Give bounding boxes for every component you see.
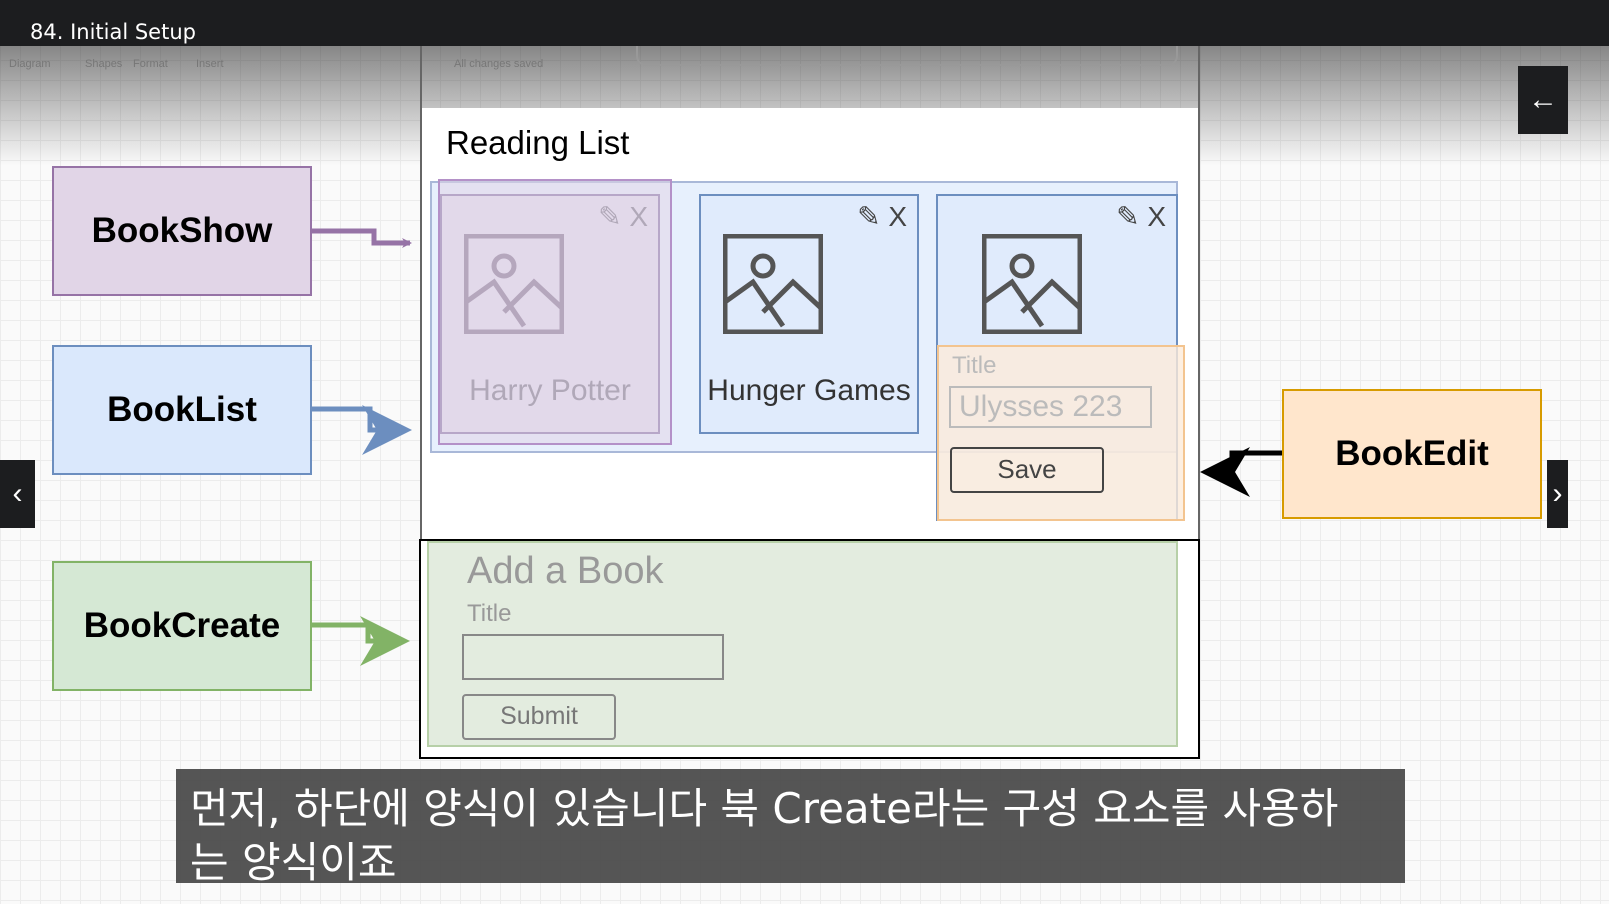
arrow-bookshow xyxy=(312,228,412,248)
caption-line-1: 먼저, 하단에 양식이 있습니다 북 Create라는 구성 요소를 사용하 xyxy=(190,784,1339,833)
chevron-left-icon[interactable]: ‹ xyxy=(0,460,35,528)
caption-line-2: 는 양식이죠 xyxy=(190,838,397,887)
arrow-left-icon[interactable]: ← xyxy=(1518,66,1568,134)
arrow-bookedit xyxy=(1200,447,1282,497)
caption-box: 먼저, 하단에 양식이 있습니다 북 Create라는 구성 요소를 사용하 는… xyxy=(176,769,1405,887)
arrow-bookcreate xyxy=(312,616,410,666)
arrow-booklist xyxy=(312,405,412,455)
chevron-right-icon[interactable]: › xyxy=(1547,460,1568,528)
